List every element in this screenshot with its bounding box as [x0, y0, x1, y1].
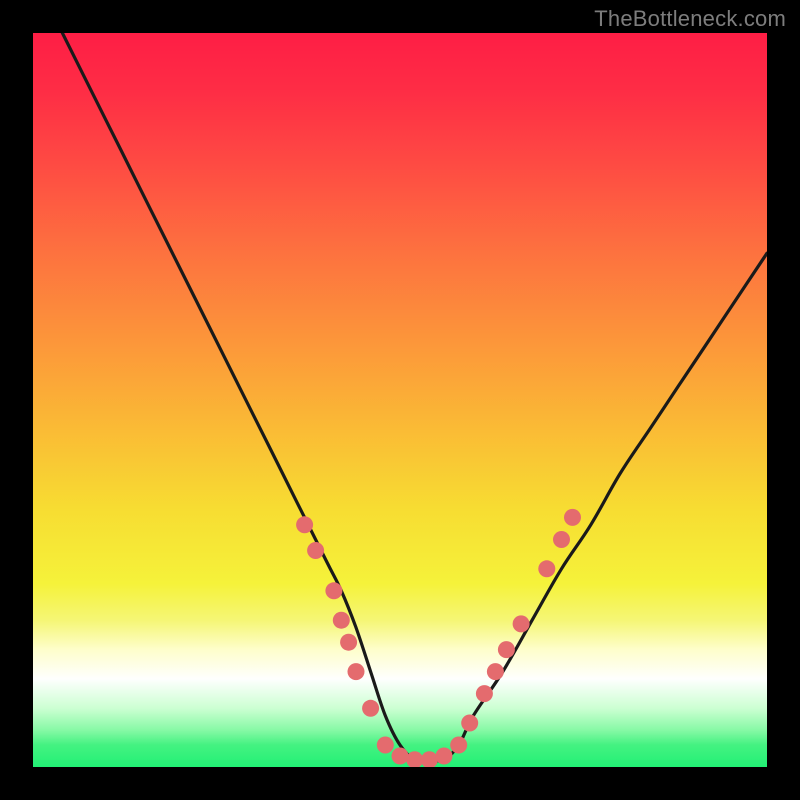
data-marker [296, 516, 313, 533]
data-marker [487, 663, 504, 680]
data-marker [564, 509, 581, 526]
marker-group [296, 509, 581, 767]
data-marker [436, 748, 453, 765]
bottleneck-curve [62, 33, 767, 761]
data-marker [421, 751, 438, 767]
data-marker [513, 615, 530, 632]
data-marker [498, 641, 515, 658]
watermark-text: TheBottleneck.com [594, 6, 786, 32]
data-marker [377, 737, 394, 754]
data-marker [348, 663, 365, 680]
plot-area [33, 33, 767, 767]
curve-svg [33, 33, 767, 767]
data-marker [538, 560, 555, 577]
data-marker [333, 612, 350, 629]
data-marker [362, 700, 379, 717]
data-marker [553, 531, 570, 548]
data-marker [476, 685, 493, 702]
data-marker [450, 737, 467, 754]
data-marker [392, 748, 409, 765]
data-marker [340, 634, 357, 651]
data-marker [325, 582, 342, 599]
chart-stage: TheBottleneck.com [0, 0, 800, 800]
data-marker [461, 715, 478, 732]
data-marker [307, 542, 324, 559]
